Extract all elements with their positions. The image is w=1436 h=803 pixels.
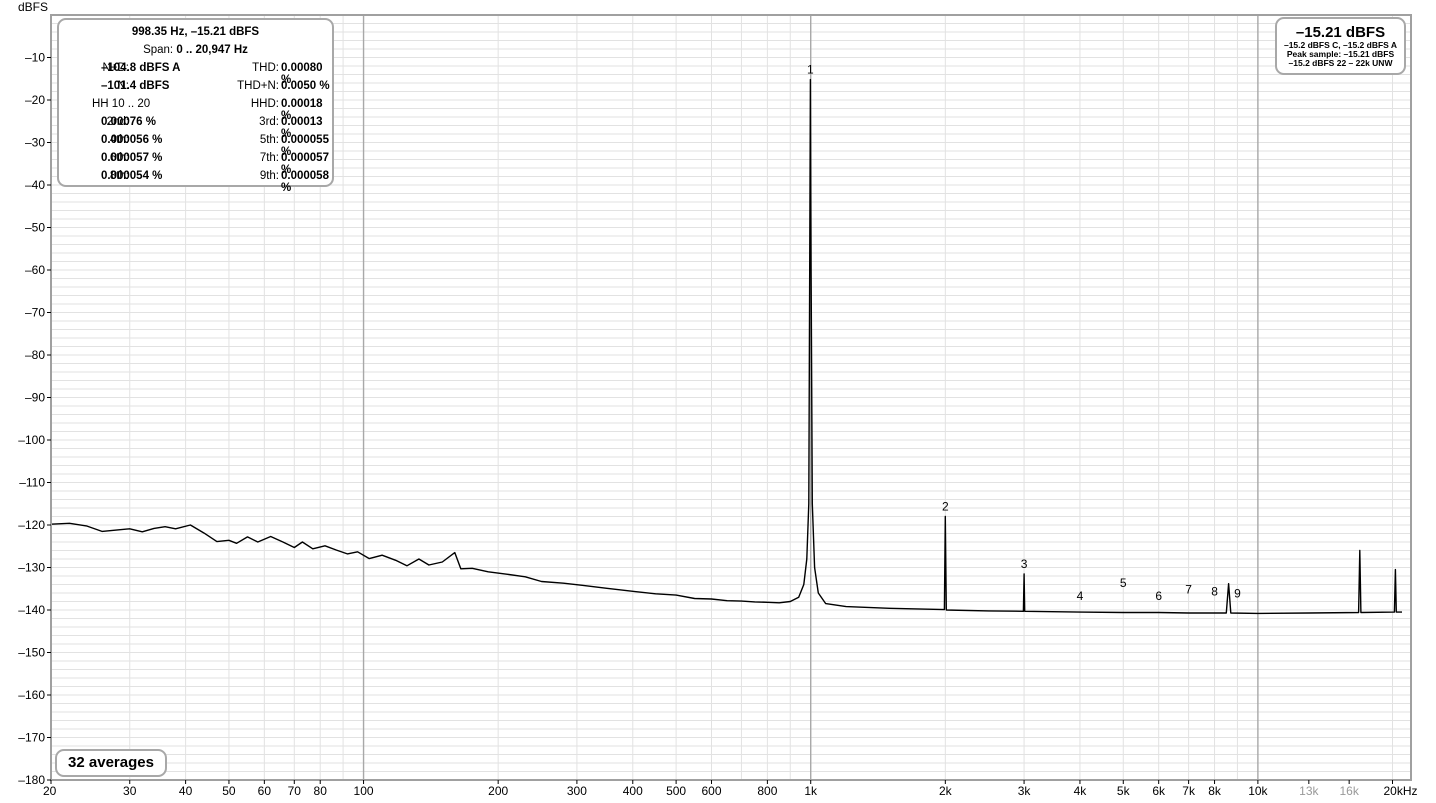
y-tick-label: –90 xyxy=(25,391,45,405)
y-tick-label: –130 xyxy=(18,561,45,575)
summary-row: 2nd: 0.00076 % 3rd: 0.00013 % xyxy=(59,116,332,140)
x-tick-label: 2k xyxy=(939,784,953,798)
x-tick-label: 3k xyxy=(1018,784,1032,798)
metric-value: 0.000054 % xyxy=(101,170,163,182)
x-tick-label: 4k xyxy=(1074,784,1088,798)
span-label: Span: xyxy=(143,44,174,56)
x-tick-label: 40 xyxy=(179,784,193,798)
y-tick-label: –160 xyxy=(18,688,45,702)
x-tick-label: 5k xyxy=(1117,784,1131,798)
summary-row: 6th: 0.000057 % 7th: 0.000057 % xyxy=(59,152,332,176)
harmonic-label: 7 xyxy=(1185,582,1192,596)
x-tick-label: 400 xyxy=(623,784,643,798)
x-tick-label: 10k xyxy=(1248,784,1268,798)
harmonic-label: 5 xyxy=(1120,576,1127,590)
x-tick-label: 8k xyxy=(1208,784,1222,798)
summary-row: N: –101.4 dBFS THD+N: 0.0050 % xyxy=(59,80,332,98)
x-tick-label: 7k xyxy=(1182,784,1196,798)
metric-label: THD: xyxy=(252,62,279,74)
x-tick-label: 60 xyxy=(258,784,272,798)
x-tick-label: 600 xyxy=(701,784,721,798)
harmonic-label: 6 xyxy=(1155,589,1162,603)
summary-header-frequency: 998.35 Hz, –15.21 dBFS xyxy=(131,26,260,38)
metric-label: 9th: xyxy=(259,170,279,182)
y-tick-label: –50 xyxy=(25,221,45,235)
metric-label: 5th: xyxy=(259,134,279,146)
x-tick-label: 20 xyxy=(43,784,57,798)
y-tick-label: –60 xyxy=(25,263,45,277)
y-tick-label: –100 xyxy=(18,433,45,447)
x-tick-label: 70 xyxy=(288,784,302,798)
y-tick-label: –150 xyxy=(18,646,45,660)
metric-value: –104.8 dBFS A xyxy=(101,62,181,74)
harmonic-label: 9 xyxy=(1234,587,1241,601)
y-tick-label: –10 xyxy=(25,51,45,65)
y-tick-label: –80 xyxy=(25,348,45,362)
metric-label: THD+N: xyxy=(237,80,279,92)
x-tick-label: 50 xyxy=(222,784,236,798)
x-tick-label: 30 xyxy=(123,784,137,798)
metric-label: HH 10 .. 20 xyxy=(92,98,151,110)
x-tick-label: 16k xyxy=(1339,784,1359,798)
x-tick-label: 20kHz xyxy=(1383,784,1417,798)
harmonic-label: 3 xyxy=(1021,557,1028,571)
level-main: –15.21 dBFS xyxy=(1295,24,1386,41)
y-tick-label: –20 xyxy=(25,93,45,107)
x-tick-label: 1k xyxy=(804,784,818,798)
metric-label: 7th: xyxy=(259,152,279,164)
summary-row: 8th: 0.000054 % 9th: 0.000058 % xyxy=(59,170,332,194)
summary-header-span: Span: 0 .. 20,947 Hz xyxy=(59,44,332,56)
metric-value: 0.000058 % xyxy=(281,170,329,194)
x-tick-label: 6k xyxy=(1152,784,1166,798)
harmonic-label: 4 xyxy=(1077,589,1084,603)
y-axis-label: dBFS xyxy=(18,0,48,14)
y-tick-label: –180 xyxy=(18,773,45,787)
metric-label: HHD: xyxy=(250,98,279,110)
x-tick-label: 300 xyxy=(567,784,587,798)
x-tick-label: 100 xyxy=(354,784,374,798)
x-tick-label: 80 xyxy=(314,784,328,798)
y-tick-label: –70 xyxy=(25,306,45,320)
summary-row: N+D: –104.8 dBFS A THD: 0.00080 % xyxy=(59,62,332,86)
x-tick-label: 200 xyxy=(488,784,508,798)
y-tick-label: –110 xyxy=(19,476,45,490)
summary-row: 4th: 0.000056 % 5th: 0.000055 % xyxy=(59,134,332,158)
metric-label: 3rd: xyxy=(259,116,279,128)
harmonic-label: 2 xyxy=(942,500,949,514)
y-tick-label: –40 xyxy=(25,178,45,192)
metric-value: 0.0050 % xyxy=(281,80,330,92)
measurement-summary-panel: 998.35 Hz, –15.21 dBFS Span: 0 .. 20,947… xyxy=(57,18,334,194)
x-tick-label: 800 xyxy=(757,784,777,798)
y-tick-label: –140 xyxy=(18,603,45,617)
level-line-3: –15.2 dBFS 22 – 22k UNW xyxy=(1288,58,1393,68)
span-value: 0 .. 20,947 Hz xyxy=(176,44,248,56)
y-tick-label: –30 xyxy=(25,136,45,150)
harmonic-label: 1 xyxy=(807,63,814,77)
harmonic-label: 8 xyxy=(1211,585,1218,599)
metric-value: 0.000057 % xyxy=(101,152,163,164)
y-tick-label: –120 xyxy=(18,518,45,532)
averages-badge: 32 averages xyxy=(55,749,167,777)
x-tick-label: 13k xyxy=(1299,784,1319,798)
summary-row: HH 10 .. 20 HHD: 0.00018 % xyxy=(59,98,332,122)
level-readout-panel: –15.21 dBFS –15.2 dBFS C, –15.2 dBFS A P… xyxy=(1275,17,1406,75)
metric-value: 0.000056 % xyxy=(101,134,163,146)
metric-value: –101.4 dBFS xyxy=(101,80,170,92)
y-tick-label: –170 xyxy=(18,731,45,745)
metric-value: 0.00076 % xyxy=(101,116,156,128)
x-tick-label: 500 xyxy=(666,784,686,798)
